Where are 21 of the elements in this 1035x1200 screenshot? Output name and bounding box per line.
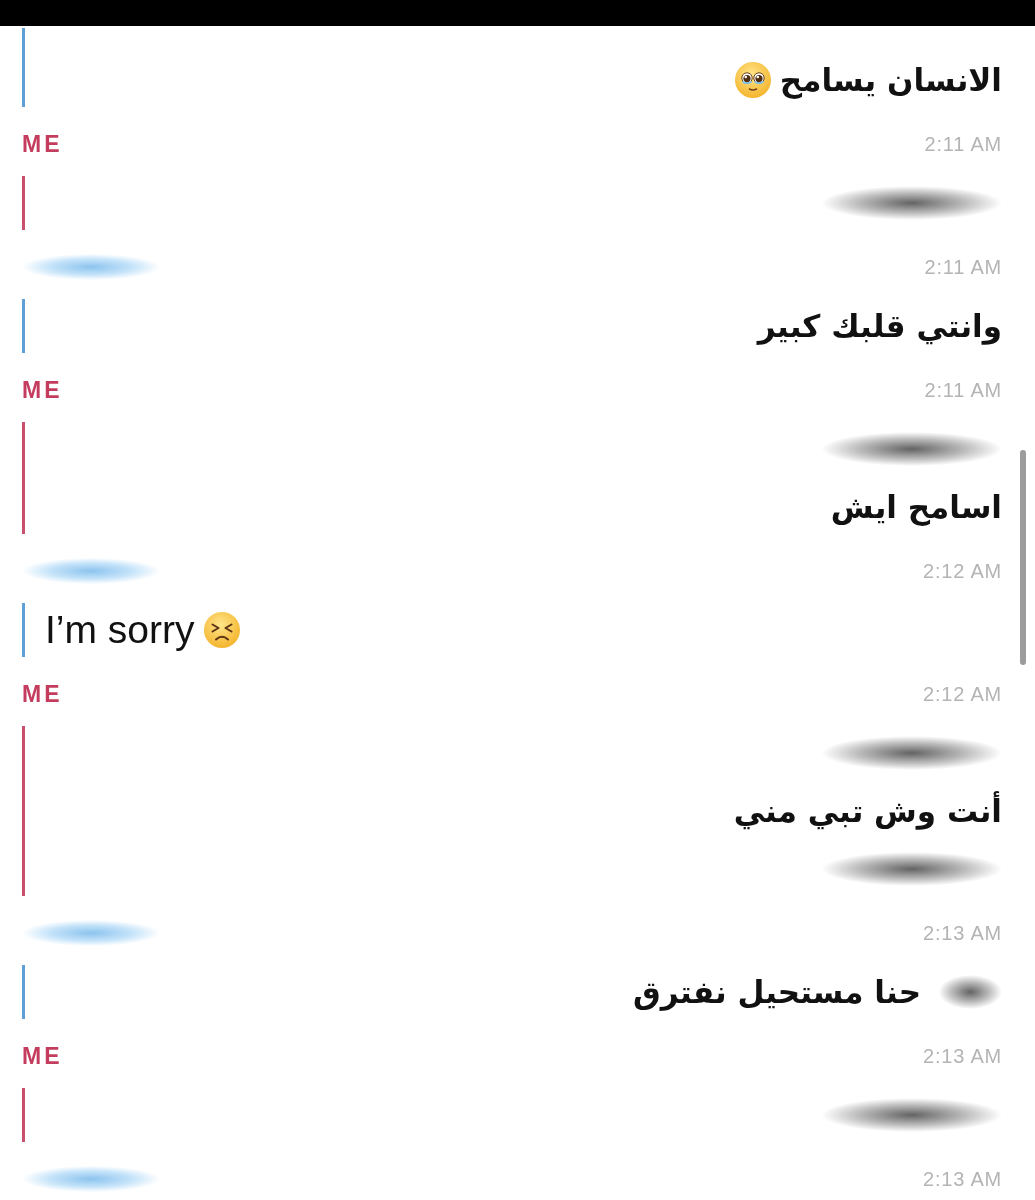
message-time: 2:11 AM: [924, 132, 1002, 156]
message-time: 2:12 AM: [923, 682, 1002, 706]
sender-name: ME: [22, 377, 63, 403]
pleading-face-icon: [734, 62, 771, 98]
message-text: أنت وش تبي مني: [733, 790, 1002, 832]
message-time: 2:11 AM: [924, 378, 1002, 402]
message-text: حنا مستحيل نفترق: [633, 973, 921, 1013]
message-time: 2:11 AM: [924, 255, 1002, 279]
message-time: 2:13 AM: [923, 921, 1002, 945]
message-time: 2:13 AM: [923, 1167, 1002, 1191]
message-text: I’m sorry: [45, 607, 195, 653]
message-text: اسامح ايش: [830, 488, 1002, 528]
sender-name: ME: [22, 681, 63, 707]
message-text: وانتي قلبك كبير: [757, 307, 1002, 347]
sender-name: ME: [22, 131, 63, 157]
message-time: 2:13 AM: [923, 1044, 1002, 1068]
message-time: 2:12 AM: [923, 559, 1002, 583]
scrollbar-thumb[interactable]: [1020, 450, 1026, 665]
message-text: الانسان يسامح: [779, 61, 1002, 101]
sender-name: ME: [22, 1043, 63, 1069]
persevering-face-icon: [203, 612, 240, 648]
